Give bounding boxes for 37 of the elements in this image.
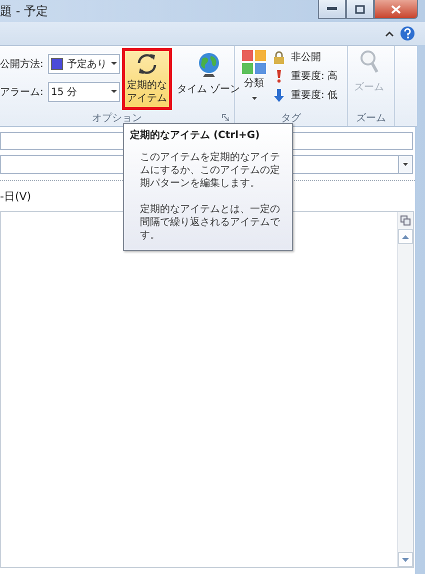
close-icon — [391, 4, 401, 14]
maximize-icon — [355, 4, 365, 14]
high-importance-button[interactable]: 重要度: 高 — [273, 69, 338, 83]
up-arrow-icon — [402, 234, 409, 238]
recurrence-button[interactable]: 定期的なアイテム — [122, 48, 172, 110]
scroll-up-button[interactable] — [398, 229, 413, 244]
scroll-down-button[interactable] — [398, 552, 413, 567]
dropdown-field[interactable]: 15 分 — [48, 82, 120, 102]
low-importance-button[interactable]: 重要度: 低 — [273, 88, 338, 102]
dialog-launcher-icon[interactable] — [222, 114, 229, 121]
window-title: 題 - 予定 — [0, 2, 48, 20]
contacts-icon[interactable] — [400, 215, 411, 226]
group-label: タグ — [281, 112, 301, 125]
down-arrow-icon — [402, 558, 409, 562]
field-label: 公開方法: — [0, 58, 44, 71]
group-label: オプション — [92, 112, 142, 125]
help-icon[interactable] — [400, 26, 415, 41]
tooltip-text: 定期的なアイテムとは、一定の間隔で繰り返されるアイテムです。 — [139, 203, 281, 242]
group-label: ズーム — [356, 112, 386, 125]
color-squares-icon — [242, 50, 266, 74]
private-button[interactable]: 非公開 — [273, 50, 338, 64]
tooltip-text: このアイテムを定期的なアイテムにするか、このアイテムの定期パターンを編集します。 — [139, 151, 281, 190]
option-label: -日(V) — [0, 190, 32, 203]
caret-icon — [403, 163, 408, 166]
minimize-button[interactable] — [318, 0, 346, 19]
down-arrow-icon — [273, 88, 285, 102]
dropdown-field[interactable]: 予定あり — [48, 54, 120, 74]
tooltip-title: 定期的なアイテム (Ctrl+G) — [130, 128, 261, 142]
close-button[interactable] — [374, 0, 418, 19]
maximize-button[interactable] — [346, 0, 374, 19]
minimize-icon — [327, 7, 337, 11]
lock-icon — [273, 50, 285, 64]
scrollbar[interactable] — [397, 212, 413, 567]
collapse-ribbon-icon[interactable] — [385, 30, 394, 36]
caret-icon — [252, 97, 256, 100]
field-label: アラーム: — [0, 86, 44, 99]
magnifier-icon — [359, 50, 379, 74]
